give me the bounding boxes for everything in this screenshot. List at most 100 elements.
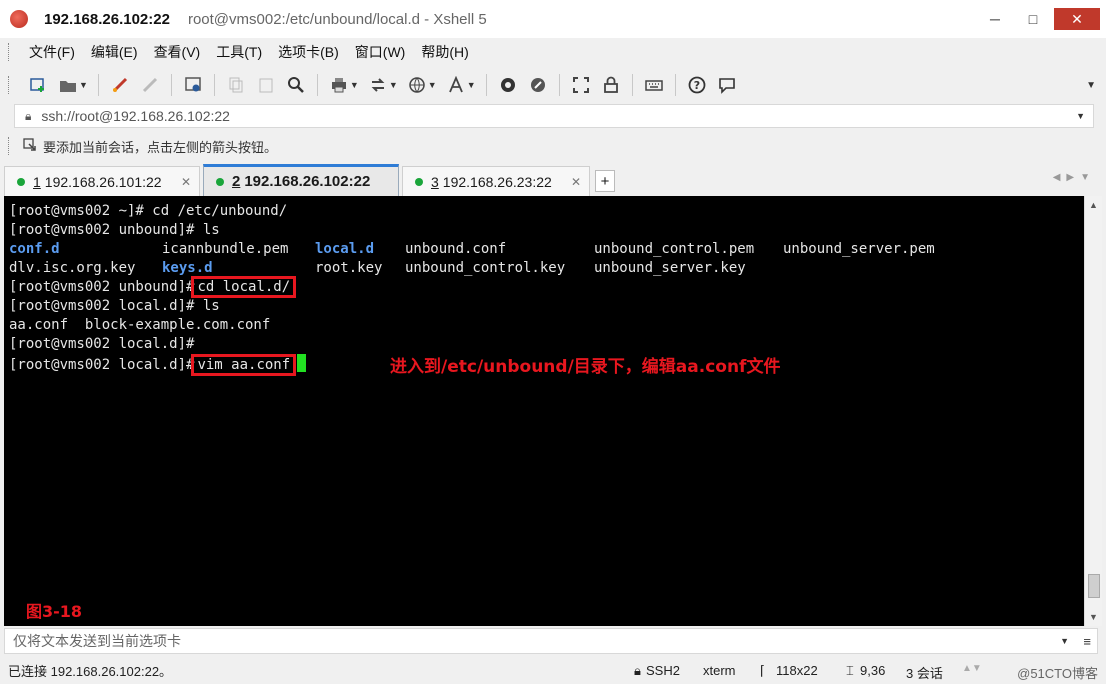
add-tab-button[interactable]: + — [595, 170, 615, 192]
terminal-scrollbar[interactable]: ▲ ▼ — [1084, 196, 1102, 626]
terminal-line: aa.conf block-example.com.conf — [9, 317, 271, 333]
transfer-icon[interactable] — [367, 74, 389, 96]
paste-icon[interactable] — [255, 74, 277, 96]
chat-icon[interactable] — [716, 74, 738, 96]
session-nav-arrows-icon[interactable]: ▲▼ — [962, 663, 982, 674]
tab-label: 192.168.26.101:22 — [44, 173, 162, 190]
globe-dropdown-caret-icon[interactable]: ▼ — [428, 80, 437, 90]
directory-entry: keys.d — [162, 260, 213, 276]
annotation-text: 进入到/etc/unbound/目录下，编辑aa.conf文件 — [390, 357, 781, 377]
tab-scroll-arrows-icon[interactable]: ◀▶▼ — [1053, 172, 1096, 183]
keyboard-icon[interactable] — [643, 74, 665, 96]
size-icon: ⌈ — [760, 663, 766, 678]
maximize-button[interactable]: □ — [1018, 8, 1048, 30]
menubar-grip[interactable] — [8, 43, 11, 61]
add-session-arrow-icon[interactable] — [23, 137, 37, 155]
hint-text: 要添加当前会话，点击左侧的箭头按钮。 — [43, 139, 278, 155]
tab-label: 192.168.26.23:22 — [442, 173, 552, 190]
tab-session-2[interactable]: 2 192.168.26.102:22 — [203, 164, 399, 196]
find-icon[interactable] — [285, 74, 307, 96]
compose-dropdown-icon[interactable]: ▼ — [1060, 636, 1069, 646]
terminal-type-status: xterm — [703, 663, 736, 678]
xftp-icon[interactable] — [497, 74, 519, 96]
file-entry: unbound_control.pem — [594, 241, 755, 257]
session-count-status: 3 会话 — [906, 666, 943, 681]
connected-status-icon — [17, 177, 25, 186]
scroll-down-icon[interactable]: ▼ — [1089, 612, 1098, 622]
xshell-app-icon[interactable] — [10, 10, 28, 28]
open-folder-icon[interactable] — [57, 74, 79, 96]
window-title-ip: 192.168.26.102:22 — [44, 10, 170, 28]
protocol-status: SSH2 — [646, 663, 680, 678]
address-bar[interactable]: 🔒︎ ssh://root@192.168.26.102:22 ▼ — [14, 104, 1094, 128]
minimize-button[interactable]: ─ — [980, 8, 1010, 30]
tab-session-3[interactable]: 3 192.168.26.23:22 ✕ — [402, 166, 590, 196]
title-bar: 192.168.26.102:22 root@vms002:/etc/unbou… — [0, 0, 1106, 38]
toolbar-separator — [316, 74, 318, 96]
terminal-line: [root@vms002 local.d]# ls — [9, 298, 220, 314]
print-icon[interactable] — [328, 74, 350, 96]
file-entry: unbound_control.key — [405, 260, 566, 276]
terminal-line: [root@vms002 ~]# cd /etc/unbound/ — [9, 203, 288, 219]
directory-entry: local.d — [315, 241, 375, 257]
copy-icon[interactable] — [225, 74, 247, 96]
status-bar: 已连接 192.168.26.102:22。 🔒︎ SSH2 xterm ⌈ 1… — [0, 656, 1106, 684]
file-entry: unbound.conf — [405, 241, 507, 257]
terminal-line: [root@vms002 local.d]# — [9, 336, 195, 352]
menu-edit[interactable]: 编辑(E) — [85, 42, 144, 62]
menu-tools[interactable]: 工具(T) — [210, 42, 268, 62]
open-dropdown-caret-icon[interactable]: ▼ — [79, 80, 88, 90]
terminal-line: [root@vms002 unbound]# ls — [9, 222, 220, 238]
window-title: root@vms002:/etc/unbound/local.d - Xshel… — [187, 10, 487, 28]
menu-tab[interactable]: 选项卡(B) — [272, 42, 345, 62]
close-button[interactable]: ✕ — [1054, 8, 1100, 30]
menu-help[interactable]: 帮助(H) — [415, 42, 474, 62]
font-dropdown-caret-icon[interactable]: ▼ — [467, 80, 476, 90]
lock-icon[interactable] — [600, 74, 622, 96]
cursor-position-status: 9,36 — [860, 663, 886, 678]
directory-entry: conf.d — [9, 241, 60, 257]
print-dropdown-caret-icon[interactable]: ▼ — [350, 80, 359, 90]
toolbar-grip[interactable] — [8, 76, 11, 94]
transfer-dropdown-caret-icon[interactable]: ▼ — [389, 80, 398, 90]
properties-icon[interactable] — [182, 74, 204, 96]
toolbar-separator — [558, 74, 560, 96]
address-dropdown-icon[interactable]: ▼ — [1076, 111, 1085, 121]
toolbar-separator — [674, 74, 676, 96]
tab-close-icon[interactable]: ✕ — [181, 175, 191, 189]
toolbar-separator — [485, 74, 487, 96]
file-entry: unbound_server.pem — [783, 241, 935, 257]
fullscreen-icon[interactable] — [570, 74, 592, 96]
toolbar-separator — [170, 74, 172, 96]
file-entry: dlv.isc.org.key — [9, 260, 136, 276]
script-icon[interactable] — [527, 74, 549, 96]
address-input[interactable]: ssh://root@192.168.26.102:22 — [41, 108, 230, 124]
globe-icon[interactable] — [406, 74, 428, 96]
scrollbar-thumb[interactable] — [1088, 574, 1100, 598]
hintbar-grip[interactable] — [8, 137, 11, 155]
menu-file[interactable]: 文件(F) — [23, 42, 81, 62]
compose-menu-icon[interactable]: ≡ — [1083, 634, 1091, 649]
menu-view[interactable]: 查看(V) — [148, 42, 207, 62]
compose-bar[interactable]: 仅将文本发送到当前选项卡 ▼ ≡ — [4, 628, 1098, 654]
hint-bar: 要添加当前会话，点击左侧的箭头按钮。 — [0, 132, 1106, 160]
tab-number: 2 — [232, 173, 241, 190]
highlighted-command: vim aa.conf — [191, 354, 297, 376]
tab-session-1[interactable]: 1 192.168.26.101:22 ✕ — [4, 166, 200, 196]
font-icon[interactable] — [445, 74, 467, 96]
figure-label: 图3-18 — [26, 602, 83, 621]
disconnect-icon[interactable] — [139, 74, 161, 96]
toolbar-overflow-icon[interactable]: ▼ — [1086, 80, 1096, 91]
help-icon[interactable]: ? — [686, 74, 708, 96]
compose-input[interactable]: 仅将文本发送到当前选项卡 — [13, 631, 181, 651]
toolbar-separator — [213, 74, 215, 96]
terminal-area[interactable]: [root@vms002 ~]# cd /etc/unbound/ [root@… — [4, 196, 1084, 626]
menu-window[interactable]: 窗口(W) — [349, 42, 412, 62]
scroll-up-icon[interactable]: ▲ — [1089, 200, 1098, 210]
file-entry: unbound_server.key — [594, 260, 746, 276]
tab-number: 1 — [33, 173, 41, 190]
new-session-icon[interactable] — [27, 74, 49, 96]
tab-close-icon[interactable]: ✕ — [571, 175, 581, 189]
menu-bar: 文件(F) 编辑(E) 查看(V) 工具(T) 选项卡(B) 窗口(W) 帮助(… — [0, 38, 1106, 66]
connect-icon[interactable] — [109, 74, 131, 96]
